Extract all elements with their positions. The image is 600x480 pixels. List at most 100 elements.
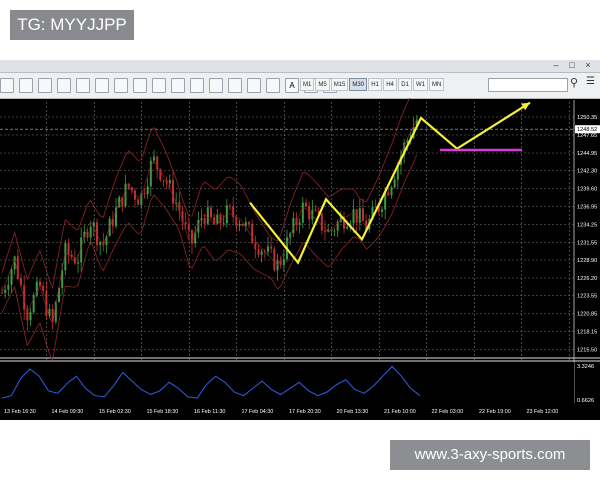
price-axis-label: 1236.95 <box>577 204 597 210</box>
candle-body <box>137 199 140 205</box>
candle-body <box>29 312 32 321</box>
candle-body <box>235 217 238 226</box>
candle-body <box>298 222 301 225</box>
cursor-icon[interactable] <box>152 78 166 93</box>
timeframe-d1[interactable]: D1 <box>398 78 413 91</box>
indicator-axis-label: 0.6626 <box>577 398 594 404</box>
price-axis-label: 1220.85 <box>577 312 597 318</box>
indicator-bg <box>0 362 574 405</box>
templates-icon[interactable] <box>133 78 147 93</box>
time-axis-label: 17 Feb 20:30 <box>289 409 321 415</box>
price-axis-label: 1215.50 <box>577 347 597 353</box>
candle-body <box>203 218 206 224</box>
zoom-icon[interactable] <box>114 78 128 93</box>
forecast-arrow-path <box>249 101 531 265</box>
candle-body <box>197 220 200 233</box>
timeframe-m1[interactable]: M1 <box>300 78 315 91</box>
chart-grid <box>0 102 600 403</box>
horizontal-line-icon[interactable] <box>209 78 223 93</box>
price-axis-label: 1231.55 <box>577 240 597 246</box>
new-chart-icon[interactable] <box>0 78 14 93</box>
candle-body <box>187 224 190 231</box>
price-axis-label: 1242.30 <box>577 169 597 175</box>
fibonacci-icon[interactable] <box>266 78 280 93</box>
candle-body <box>292 218 295 234</box>
candle-body <box>238 223 241 226</box>
menu-icon[interactable]: ☰ <box>586 76 596 90</box>
price-axis-label: 1218.15 <box>577 330 597 336</box>
candle-body <box>393 179 396 188</box>
candle-body <box>162 180 165 181</box>
candle-body <box>222 223 225 225</box>
candle-body <box>241 223 244 226</box>
candle-body <box>67 243 70 255</box>
candle-body <box>124 183 127 207</box>
candle-body <box>168 180 171 184</box>
price-axis-label: 1244.95 <box>577 151 597 157</box>
timeframe-h4[interactable]: H4 <box>383 78 398 91</box>
restore-button[interactable]: □ <box>566 60 578 71</box>
price-axis-label: 1250.35 <box>577 115 597 121</box>
candle-body <box>86 232 89 238</box>
candle-body <box>352 209 355 224</box>
candle-body <box>42 285 45 292</box>
candle-body <box>254 243 257 250</box>
timeframe-m15[interactable]: M15 <box>330 78 349 91</box>
candle-body <box>251 223 254 244</box>
candle-body <box>210 207 212 218</box>
minimize-button[interactable]: – <box>550 60 562 71</box>
candlestick-icon[interactable] <box>57 78 71 93</box>
timeframe-m30[interactable]: M30 <box>349 78 368 91</box>
candle-body <box>45 291 48 317</box>
price-axis-label: 1239.60 <box>577 187 597 193</box>
candle-body <box>282 259 285 266</box>
candle-body <box>1 292 3 294</box>
timeframe-m5[interactable]: M5 <box>315 78 330 91</box>
candle-body <box>381 209 383 212</box>
candle-body <box>324 230 326 232</box>
candlestick-series <box>1 114 418 331</box>
bar-chart-icon[interactable] <box>38 78 52 93</box>
candle-body <box>387 192 390 196</box>
time-axis-label: 22 Feb 19:00 <box>479 409 511 415</box>
time-axis-label: 15 Feb 18:30 <box>147 409 179 415</box>
indicator-axis-label: 3.3246 <box>577 364 594 370</box>
candle-body <box>273 248 276 271</box>
candle-body <box>301 202 304 223</box>
trendline-icon[interactable] <box>228 78 242 93</box>
line-chart-icon[interactable] <box>76 78 90 93</box>
vertical-line-icon[interactable] <box>190 78 204 93</box>
window-title-bar: – □ × <box>0 60 600 73</box>
bollinger-bands <box>1 98 418 362</box>
candle-body <box>146 186 149 195</box>
chart-toolbar: A T M1 M5 M15 M30 H1 H4 D1 W1 MN ⚲ ☰ <box>0 73 600 99</box>
indicators-icon[interactable] <box>95 78 109 93</box>
search-input[interactable] <box>488 78 568 92</box>
trading-terminal-window: – □ × A T M1 M5 M15 <box>0 60 600 420</box>
timeframe-h1[interactable]: H1 <box>368 78 383 91</box>
time-axis-label: 22 Feb 03:00 <box>432 409 464 415</box>
timeframe-w1[interactable]: W1 <box>413 78 429 91</box>
candle-body <box>260 251 263 255</box>
candle-body <box>314 209 317 211</box>
timeframe-selector: M1 M5 M15 M30 H1 H4 D1 W1 MN <box>300 78 445 91</box>
candle-body <box>257 249 260 255</box>
price-chart[interactable]: 1250.351248.521247.651244.951242.301239.… <box>0 98 600 420</box>
candle-body <box>10 269 13 285</box>
price-axis-label: 1234.25 <box>577 222 597 228</box>
crosshair-icon[interactable] <box>171 78 185 93</box>
time-axis-label: 20 Feb 13:30 <box>337 409 369 415</box>
candle-body <box>346 226 349 229</box>
candle-body <box>213 217 216 224</box>
text-label-icon[interactable]: A <box>285 78 299 93</box>
candle-body <box>358 208 361 223</box>
candle-body <box>184 222 187 225</box>
timeframe-mn[interactable]: MN <box>429 78 445 91</box>
profiles-icon[interactable] <box>19 78 33 93</box>
time-axis-label: 14 Feb 09:30 <box>52 409 84 415</box>
channel-icon[interactable] <box>247 78 261 93</box>
time-axis-label: 21 Feb 10:00 <box>384 409 416 415</box>
candle-body <box>362 208 364 221</box>
search-icon[interactable]: ⚲ <box>570 76 580 90</box>
close-button[interactable]: × <box>582 60 594 71</box>
